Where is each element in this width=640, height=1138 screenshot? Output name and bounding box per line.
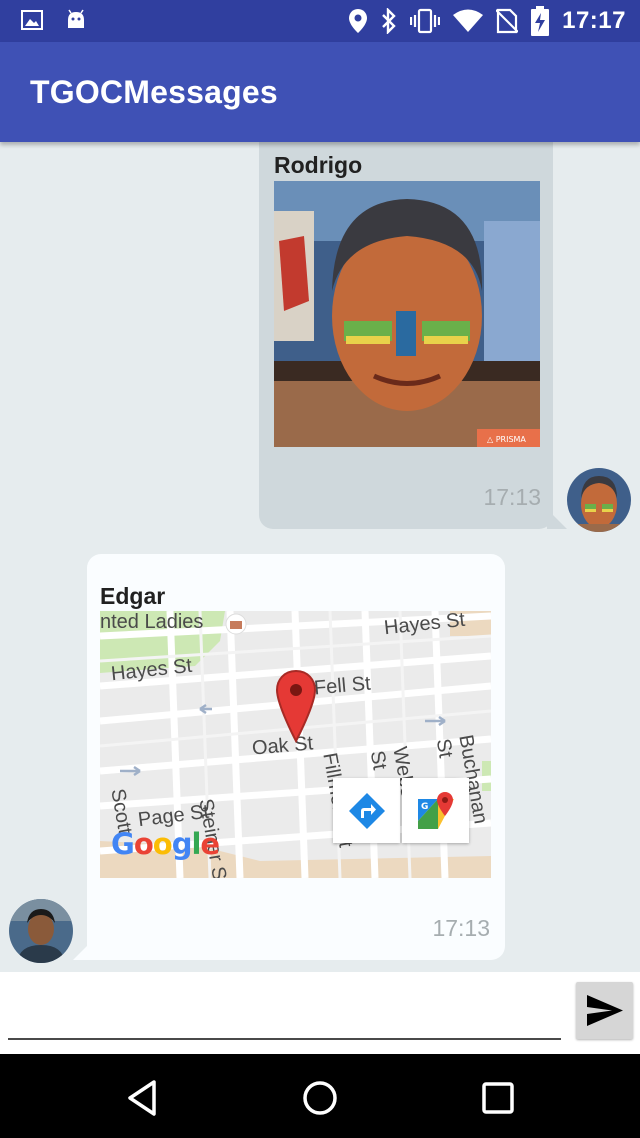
composer (0, 972, 640, 1054)
message-sender: Edgar (100, 583, 166, 609)
home-icon[interactable] (298, 1076, 342, 1120)
message-input[interactable] (8, 982, 561, 1040)
bubble-tail (73, 940, 93, 960)
vibrate-icon (410, 8, 441, 34)
svg-text:G: G (421, 802, 428, 812)
message-time: 17:13 (432, 915, 490, 941)
map-street-label: nted Ladies (100, 611, 204, 633)
map-street-label: Fell St (313, 672, 372, 700)
svg-text:△ PRISMA: △ PRISMA (487, 435, 526, 444)
send-icon (587, 995, 623, 1026)
no-sim-icon (496, 8, 519, 34)
directions-button[interactable] (333, 778, 400, 843)
google-maps-icon: G (417, 791, 454, 829)
wifi-icon (452, 8, 484, 34)
directions-icon (348, 792, 385, 829)
status-bar: 17:17 (0, 0, 640, 42)
message-bubble-outgoing[interactable]: Rodrigo △ PRISMA 17:13 (259, 142, 567, 529)
send-button[interactable] (576, 982, 633, 1039)
google-logo: Google (111, 827, 220, 861)
battery-charging-icon (530, 6, 550, 36)
android-icon (64, 8, 88, 32)
chat-list[interactable]: Rodrigo △ PRISMA 17:13 Edgar nted Ladies… (0, 142, 640, 972)
bluetooth-icon (380, 8, 398, 34)
message-time: 17:13 (483, 484, 541, 510)
message-sender: Rodrigo (274, 152, 363, 178)
app-bar: TGOCMessages (0, 42, 640, 142)
avatar[interactable] (9, 899, 73, 963)
back-icon[interactable] (122, 1076, 166, 1120)
app-title: TGOCMessages (30, 74, 278, 110)
location-map[interactable]: nted Ladies Hayes St Hayes St Fell St Oa… (100, 611, 491, 878)
message-photo[interactable]: △ PRISMA (274, 181, 540, 447)
status-time: 17:17 (562, 7, 626, 34)
location-icon (348, 8, 368, 34)
avatar[interactable] (567, 468, 631, 532)
bubble-tail (547, 509, 567, 529)
recents-icon[interactable] (476, 1076, 520, 1120)
map-pin-icon (275, 669, 317, 748)
navigation-bar (0, 1054, 640, 1138)
image-icon (20, 8, 44, 32)
message-bubble-incoming[interactable]: Edgar nted Ladies Hayes St Hayes St Fell… (73, 554, 505, 960)
open-in-maps-button[interactable]: G (402, 778, 469, 843)
